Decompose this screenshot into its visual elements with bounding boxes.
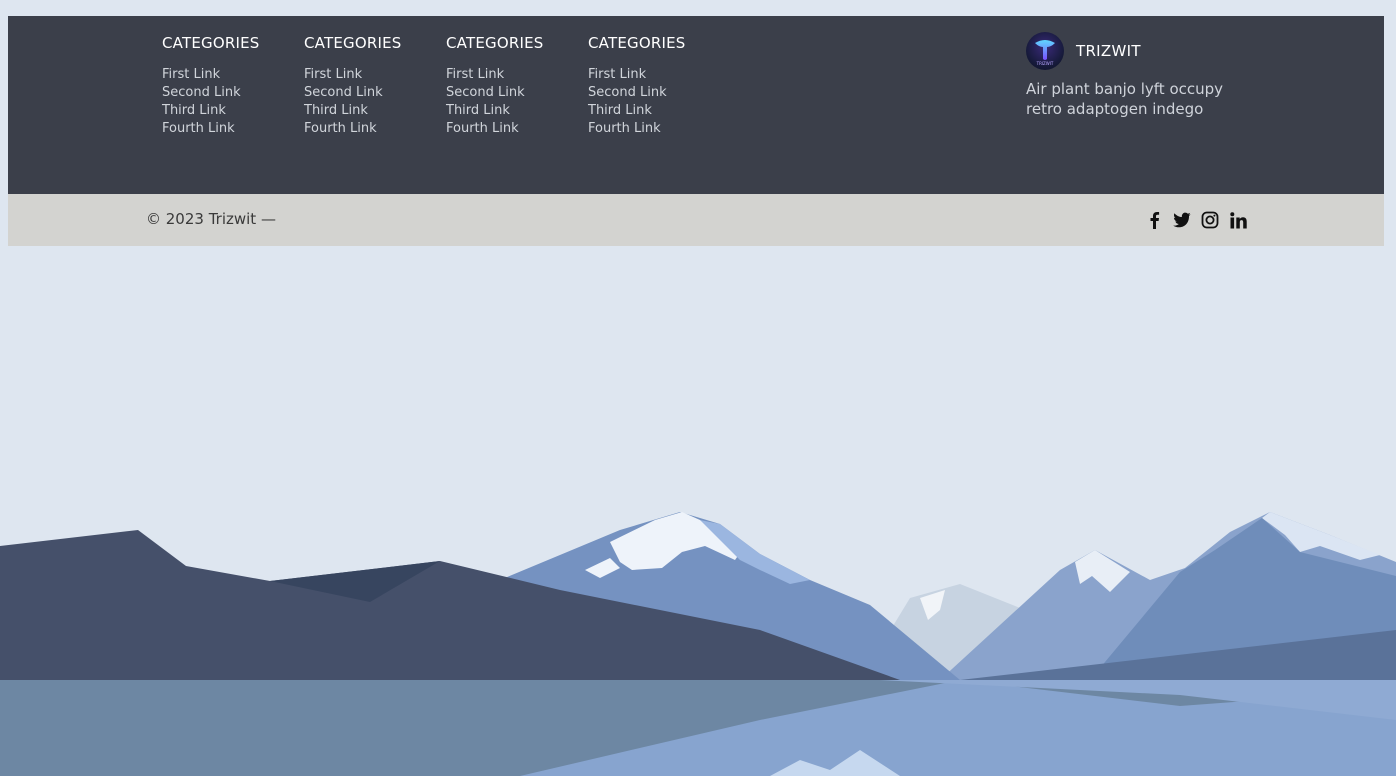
first-link[interactable]: First Link xyxy=(162,66,292,84)
category-links: First Link Second Link Third Link Fourth… xyxy=(446,66,576,138)
fourth-link[interactable]: Fourth Link xyxy=(304,120,434,138)
fourth-link[interactable]: Fourth Link xyxy=(446,120,576,138)
category-title: CATEGORIES xyxy=(588,34,686,52)
category-links: First Link Second Link Third Link Fourth… xyxy=(162,66,292,138)
fourth-link[interactable]: Fourth Link xyxy=(588,120,718,138)
footer-bottom-bar: © 2023 Trizwit — xyxy=(8,194,1384,246)
third-link[interactable]: Third Link xyxy=(304,102,434,120)
category-column-1: CATEGORIES First Link Second Link Third … xyxy=(162,33,292,138)
category-title: CATEGORIES xyxy=(304,34,402,52)
copyright-text: © 2023 Trizwit — xyxy=(146,210,276,228)
first-link[interactable]: First Link xyxy=(588,66,718,84)
brand-name[interactable]: TRIZWIT xyxy=(1076,42,1141,60)
logo-wordmark: TRIZWIT xyxy=(1036,61,1054,66)
category-column-4: CATEGORIES First Link Second Link Third … xyxy=(588,33,718,138)
category-column-3: CATEGORIES First Link Second Link Third … xyxy=(446,33,576,138)
third-link[interactable]: Third Link xyxy=(162,102,292,120)
third-link[interactable]: Third Link xyxy=(588,102,718,120)
footer-links-section: CATEGORIES First Link Second Link Third … xyxy=(8,16,1384,194)
social-links xyxy=(1144,210,1256,230)
brand-description: Air plant banjo lyft occupy retro adapto… xyxy=(1026,80,1224,118)
category-links: First Link Second Link Third Link Fourth… xyxy=(588,66,718,138)
category-title: CATEGORIES xyxy=(162,34,260,52)
facebook-icon[interactable] xyxy=(1144,210,1164,230)
trizwit-logo-icon: TRIZWIT xyxy=(1035,40,1055,66)
category-title: CATEGORIES xyxy=(446,34,544,52)
category-links: First Link Second Link Third Link Fourth… xyxy=(304,66,434,138)
first-link[interactable]: First Link xyxy=(446,66,576,84)
instagram-icon[interactable] xyxy=(1200,210,1220,230)
fourth-link[interactable]: Fourth Link xyxy=(162,120,292,138)
brand-row[interactable]: TRIZWIT TRIZWIT xyxy=(1026,32,1266,70)
twitter-icon[interactable] xyxy=(1172,210,1192,230)
second-link[interactable]: Second Link xyxy=(304,84,434,102)
first-link[interactable]: First Link xyxy=(304,66,434,84)
second-link[interactable]: Second Link xyxy=(162,84,292,102)
brand-block: TRIZWIT TRIZWIT Air plant banjo lyft occ… xyxy=(1026,32,1266,119)
second-link[interactable]: Second Link xyxy=(588,84,718,102)
page: CATEGORIES First Link Second Link Third … xyxy=(0,0,1396,776)
mountain-lake-illustration xyxy=(0,512,1396,776)
second-link[interactable]: Second Link xyxy=(446,84,576,102)
linkedin-icon[interactable] xyxy=(1228,210,1248,230)
category-column-2: CATEGORIES First Link Second Link Third … xyxy=(304,33,434,138)
third-link[interactable]: Third Link xyxy=(446,102,576,120)
brand-logo[interactable]: TRIZWIT xyxy=(1026,32,1064,70)
